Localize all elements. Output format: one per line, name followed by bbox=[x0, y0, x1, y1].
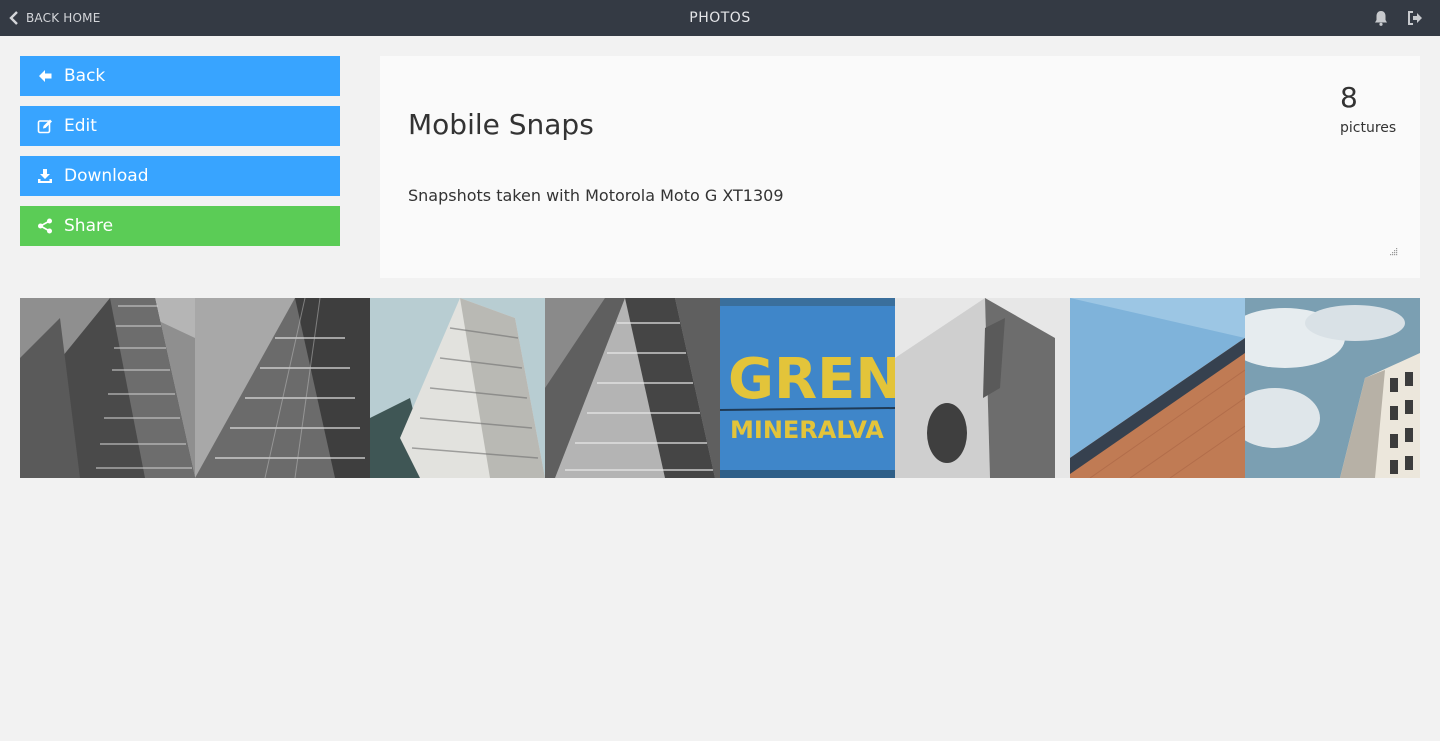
picture-count-number: 8 bbox=[1340, 81, 1358, 114]
chevron-left-icon bbox=[9, 11, 18, 25]
picture-count: 8 pictures bbox=[1340, 80, 1396, 136]
action-sidebar: Back Edit Download Share bbox=[20, 56, 340, 256]
photo-thumbnail[interactable] bbox=[1070, 298, 1245, 478]
download-icon bbox=[36, 167, 54, 185]
back-button[interactable]: Back bbox=[20, 56, 340, 96]
photo-thumbnail[interactable] bbox=[545, 298, 720, 478]
page-title: PHOTOS bbox=[689, 10, 751, 26]
bell-icon[interactable] bbox=[1372, 9, 1390, 27]
picture-count-label: pictures bbox=[1340, 120, 1397, 136]
photo-thumbnail[interactable] bbox=[1245, 298, 1420, 478]
share-button-label: Share bbox=[64, 216, 114, 236]
share-icon bbox=[36, 217, 54, 235]
sign-out-icon[interactable] bbox=[1406, 9, 1424, 27]
download-button-label: Download bbox=[64, 166, 149, 186]
album-title: Mobile Snaps bbox=[408, 108, 594, 141]
album-info-card: Mobile Snaps Snapshots taken with Motoro… bbox=[380, 56, 1420, 278]
edit-button[interactable]: Edit bbox=[20, 106, 340, 146]
top-bar: BACK HOME PHOTOS bbox=[0, 0, 1440, 36]
download-button[interactable]: Download bbox=[20, 156, 340, 196]
share-button[interactable]: Share bbox=[20, 206, 340, 246]
album-description: Snapshots taken with Motorola Moto G XT1… bbox=[408, 186, 784, 205]
photo-thumbnail[interactable] bbox=[195, 298, 370, 478]
resize-grip-icon[interactable] bbox=[1388, 246, 1398, 256]
back-home-link[interactable]: BACK HOME bbox=[8, 0, 101, 36]
photo-thumbnail[interactable] bbox=[20, 298, 195, 478]
photo-thumbnail[interactable]: GREN MINERALVA bbox=[720, 298, 895, 478]
sign-text: GREN bbox=[728, 347, 895, 412]
arrow-left-icon bbox=[36, 67, 54, 85]
photo-gallery: GREN MINERALVA bbox=[20, 298, 1420, 478]
photo-thumbnail[interactable] bbox=[370, 298, 545, 478]
photo-thumbnail[interactable] bbox=[895, 298, 1070, 478]
back-home-label: BACK HOME bbox=[26, 11, 101, 25]
edit-icon bbox=[36, 117, 54, 135]
back-button-label: Back bbox=[64, 66, 106, 86]
sign-text: MINERALVA bbox=[730, 416, 884, 444]
edit-button-label: Edit bbox=[64, 116, 97, 136]
